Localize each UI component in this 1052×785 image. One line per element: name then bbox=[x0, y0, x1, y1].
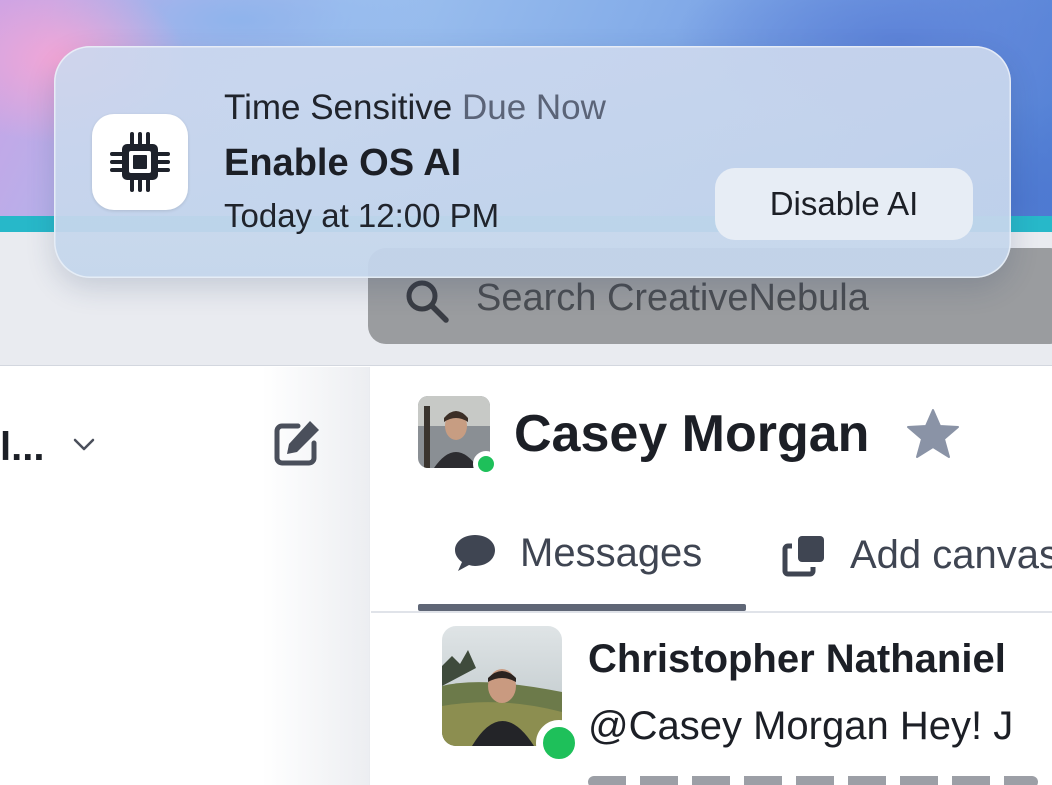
search-input[interactable]: Search CreativeNebula bbox=[476, 276, 869, 320]
disable-ai-button[interactable]: Disable AI bbox=[715, 168, 973, 240]
notification-category-label: Time Sensitive bbox=[224, 88, 453, 127]
notification-status: Due Now bbox=[461, 88, 606, 127]
canvas-copy-icon bbox=[782, 536, 824, 577]
notification-app-icon bbox=[92, 114, 188, 210]
search-icon[interactable] bbox=[402, 276, 450, 324]
tab-add-canvas-label: Add canvas bbox=[850, 533, 1052, 577]
chevron-down-icon[interactable] bbox=[72, 432, 96, 456]
notification-banner[interactable] bbox=[54, 46, 1011, 278]
tab-messages-label: Messages bbox=[520, 531, 703, 575]
presence-indicator bbox=[473, 451, 499, 477]
active-tab-indicator bbox=[418, 604, 746, 611]
notification-category: Time Sensitive Due Now bbox=[224, 88, 606, 128]
cpu-chip-icon bbox=[110, 132, 170, 192]
notification-title: Enable OS AI bbox=[224, 142, 462, 184]
chat-bubble-icon bbox=[455, 535, 495, 571]
workspace-name[interactable]: l... bbox=[0, 424, 44, 470]
tabs-divider bbox=[371, 611, 1052, 613]
presence-indicator bbox=[536, 720, 582, 766]
star-icon[interactable] bbox=[906, 408, 960, 460]
message-body-continued bbox=[588, 766, 1048, 785]
channel-title[interactable]: Casey Morgan bbox=[514, 404, 869, 464]
compose-icon[interactable] bbox=[270, 416, 324, 470]
notification-time: Today at 12:00 PM bbox=[224, 197, 500, 234]
message-sender[interactable]: Christopher Nathaniel bbox=[588, 636, 1006, 682]
message-body: @Casey Morgan Hey! J bbox=[588, 704, 1014, 748]
